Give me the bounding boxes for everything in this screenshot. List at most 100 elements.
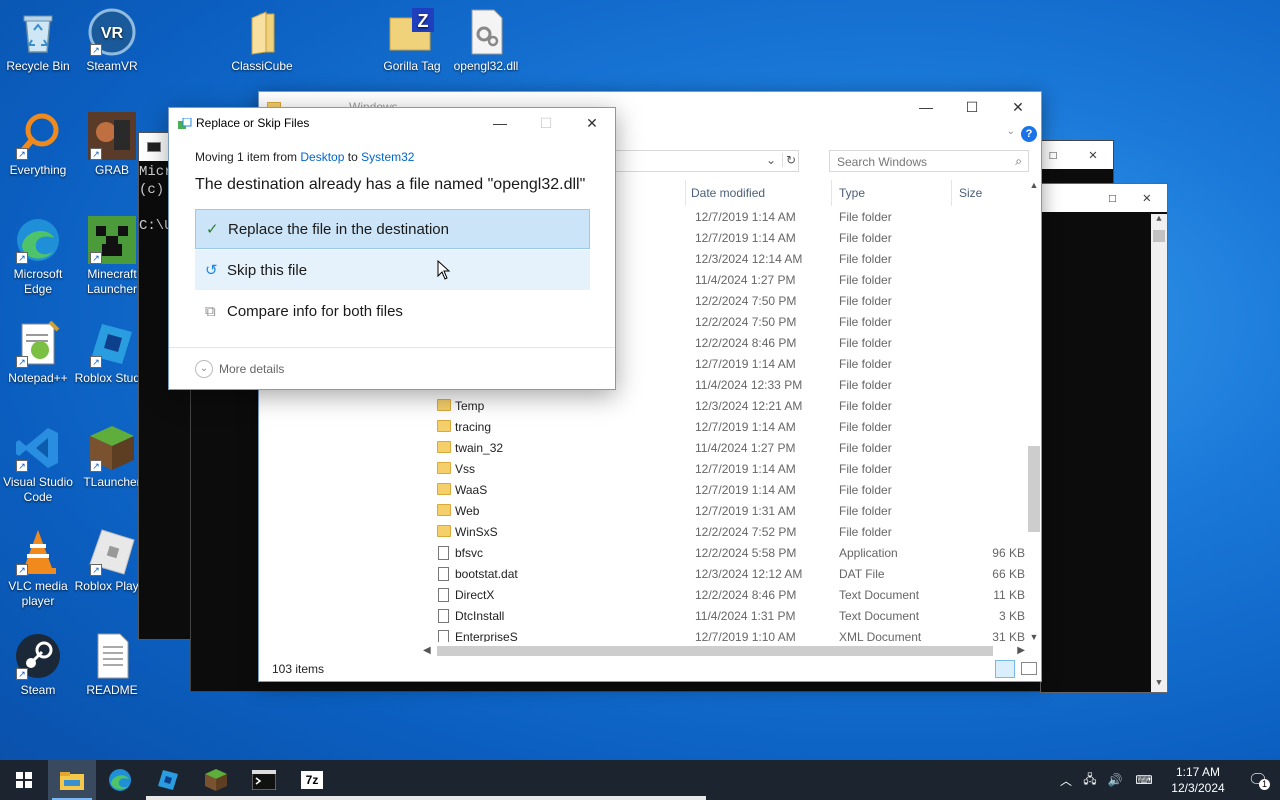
console-scrollbar[interactable]: ▲ ▼ — [1151, 214, 1167, 692]
edge-icon — [109, 769, 131, 791]
file-name: Vss — [455, 462, 476, 476]
file-list-row[interactable]: WaaS 12/7/2019 1:14 AM File folder — [425, 479, 1025, 500]
scroll-right-icon[interactable]: ▶ — [1017, 645, 1025, 656]
file-list-row[interactable]: Temp 12/3/2024 12:21 AM File folder — [425, 395, 1025, 416]
restore-icon[interactable]: ☐ — [1049, 147, 1057, 164]
desktop-icon-gorilla-tag[interactable]: Z Gorilla Tag — [374, 8, 450, 74]
scroll-left-icon[interactable]: ◀ — [423, 645, 431, 656]
file-list-row[interactable]: EnterpriseS 12/7/2019 1:10 AM XML Document… — [425, 626, 1025, 642]
desktop-icon-opengl32-dll[interactable]: opengl32.dll — [448, 8, 524, 74]
desktop-icon-steamvr[interactable]: VR ↗ SteamVR — [74, 8, 150, 74]
scrollbar-thumb[interactable] — [1153, 230, 1165, 242]
file-type: File folder — [839, 483, 892, 497]
file-list-row[interactable]: Vss 12/7/2019 1:14 AM File folder — [425, 458, 1025, 479]
column-type[interactable]: Type — [839, 186, 865, 200]
file-list-row[interactable]: Web 12/7/2019 1:31 AM File folder — [425, 500, 1025, 521]
steam-icon: ↗ — [14, 632, 62, 680]
details-view-icon[interactable] — [995, 660, 1015, 678]
refresh-icon[interactable]: ↻ — [781, 153, 796, 167]
file-date-modified: 11/4/2024 1:27 PM — [695, 273, 796, 287]
address-dropdown-icon[interactable]: ⌄ — [766, 153, 776, 167]
taskbar-terminal[interactable] — [240, 760, 288, 800]
network-icon[interactable]: 🖧 — [1078, 770, 1102, 791]
compare-option-button[interactable]: ⧉ Compare info for both files — [195, 291, 590, 331]
show-hidden-icons-chevron-icon[interactable]: ︿ — [1054, 772, 1078, 789]
desktop-icon-readme[interactable]: README — [74, 632, 150, 698]
item-count: 103 items — [272, 662, 325, 676]
taskbar-7zip[interactable]: 7z — [288, 760, 336, 800]
file-list-row[interactable]: DirectX 12/2/2024 8:46 PM Text Document 11 … — [425, 584, 1025, 605]
desktop-icon-steam[interactable]: ↗ Steam — [0, 632, 76, 698]
file-list-row[interactable]: tracing 12/7/2019 1:14 AM File folder — [425, 416, 1025, 437]
minimize-button[interactable]: — — [903, 92, 949, 122]
grass-block-icon — [205, 769, 227, 791]
source-link[interactable]: Desktop — [300, 150, 344, 164]
edge-icon: ↗ — [14, 216, 62, 264]
taskbar-minecraft[interactable] — [192, 760, 240, 800]
file-icon — [438, 609, 449, 623]
taskbar-edge[interactable] — [96, 760, 144, 800]
clock[interactable]: 1:17 AM 12/3/2024 — [1160, 764, 1236, 796]
dialog-titlebar[interactable]: Replace or Skip Files — ☐ ✕ — [169, 108, 615, 138]
maximize-button[interactable]: ☐ — [949, 92, 995, 122]
large-icons-view-icon[interactable] — [1021, 662, 1037, 675]
scrollbar-thumb[interactable] — [437, 646, 993, 656]
console-right-titlebar[interactable]: ☐ ✕ — [1041, 184, 1167, 212]
more-details-toggle[interactable]: ⌄ More details — [195, 360, 284, 378]
desktop-icon-label: TLauncher — [83, 475, 141, 489]
search-input[interactable]: Search Windows — [837, 155, 927, 169]
vertical-scrollbar[interactable]: ▲ ▼ — [1026, 180, 1042, 642]
start-button[interactable] — [0, 760, 48, 800]
replace-or-skip-dialog[interactable]: Replace or Skip Files — ☐ ✕ Moving 1 ite… — [168, 107, 616, 390]
more-details-label: More details — [219, 362, 285, 376]
desktop-icon-microsoft-edge[interactable]: ↗ Microsoft Edge — [0, 216, 76, 297]
expand-ribbon-icon[interactable]: ⌄ — [1007, 126, 1015, 137]
file-type: File folder — [839, 273, 892, 287]
file-list-row[interactable]: twain_32 11/4/2024 1:27 PM File folder — [425, 437, 1025, 458]
desktop-icon-vlc[interactable]: ↗ VLC media player — [0, 528, 76, 609]
file-type: File folder — [839, 231, 892, 245]
desktop-icon-vs-code[interactable]: ↗ Visual Studio Code — [0, 424, 76, 505]
desktop-icon-notepad-plus-plus[interactable]: ↗ Notepad++ — [0, 320, 76, 386]
file-list-row[interactable]: bootstat.dat 12/3/2024 12:12 AM DAT File 66… — [425, 563, 1025, 584]
scroll-up-icon[interactable]: ▲ — [1026, 180, 1042, 194]
clock-time: 1:17 AM — [1175, 765, 1221, 779]
terminal-icon — [252, 770, 276, 790]
close-button[interactable]: ✕ — [995, 92, 1041, 122]
desktop-icon-recycle-bin[interactable]: Recycle Bin — [0, 8, 76, 74]
file-list-row[interactable]: DtcInstall 11/4/2024 1:31 PM Text Document… — [425, 605, 1025, 626]
skip-option-button[interactable]: ↺ Skip this file — [195, 250, 590, 290]
taskbar-file-explorer[interactable] — [48, 760, 96, 800]
close-icon[interactable]: ✕ — [1089, 147, 1097, 164]
close-icon[interactable]: ✕ — [1143, 190, 1151, 207]
file-type: File folder — [839, 525, 892, 539]
help-icon[interactable]: ? — [1021, 126, 1037, 142]
replace-option-button[interactable]: ✓ Replace the file in the destination — [195, 209, 590, 249]
address-bar[interactable]: ⌄ ↻ — [615, 150, 799, 172]
desktop-icon-classicube[interactable]: ClassiCube — [224, 8, 300, 74]
file-list-row[interactable]: WinSxS 12/2/2024 7:52 PM File folder — [425, 521, 1025, 542]
minimize-button[interactable]: — — [477, 108, 523, 138]
desktop-icon-everything[interactable]: ↗ Everything — [0, 112, 76, 178]
7zip-icon: 7z — [301, 771, 323, 789]
restore-icon[interactable]: ☐ — [1108, 190, 1116, 207]
column-date-modified[interactable]: Date modified — [691, 186, 765, 200]
scroll-down-icon[interactable]: ▼ — [1026, 632, 1042, 642]
notification-center-button[interactable]: 🗨 1 — [1236, 760, 1280, 800]
keyboard-icon[interactable]: ⌨ — [1128, 773, 1160, 787]
shortcut-arrow-icon: ↗ — [16, 668, 28, 680]
shortcut-arrow-icon: ↗ — [16, 148, 28, 160]
destination-link[interactable]: System32 — [361, 150, 414, 164]
volume-icon[interactable]: 🔊 — [1102, 773, 1128, 787]
taskbar-roblox-studio[interactable] — [144, 760, 192, 800]
shortcut-arrow-icon: ↗ — [16, 460, 28, 472]
file-list-row[interactable]: bfsvc 12/2/2024 5:58 PM Application 96 KB — [425, 542, 1025, 563]
column-size[interactable]: Size — [959, 186, 982, 200]
scrollbar-thumb[interactable] — [1028, 446, 1040, 532]
cmd-icon — [147, 142, 161, 152]
console-window-right[interactable]: ☐ ✕ ▲ ▼ — [1040, 183, 1168, 693]
search-box[interactable]: Search Windows ⌕ — [829, 150, 1029, 172]
file-date-modified: 11/4/2024 12:33 PM — [695, 378, 803, 392]
magnifier-icon: ↗ — [14, 112, 62, 160]
close-button[interactable]: ✕ — [569, 108, 615, 138]
